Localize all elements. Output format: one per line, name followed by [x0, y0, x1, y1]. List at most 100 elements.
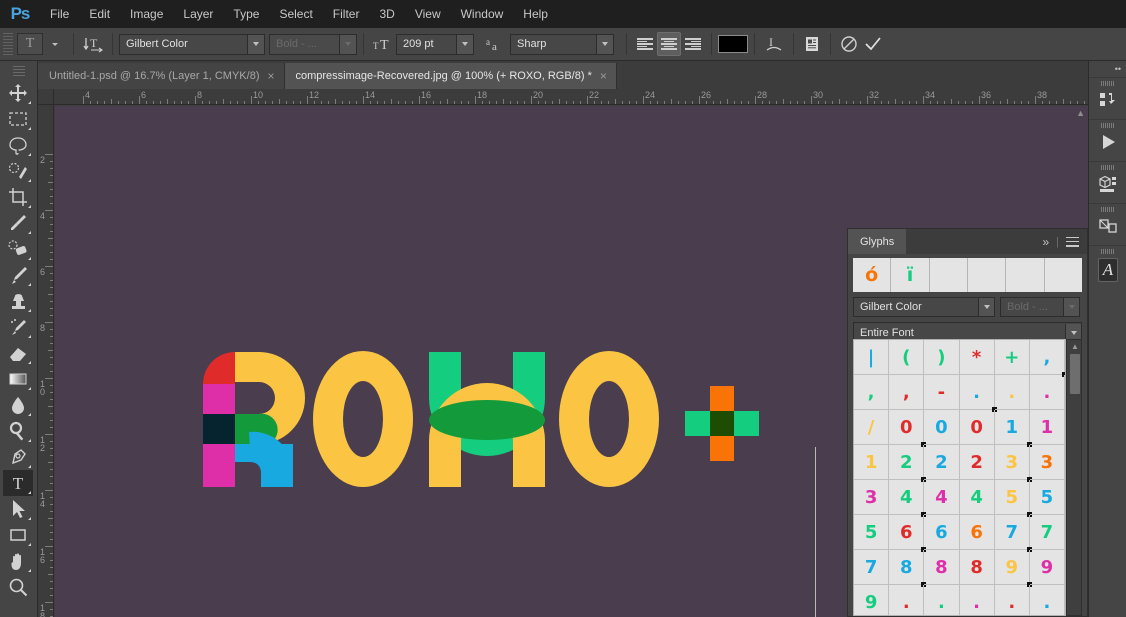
tool-group-corner-icon[interactable] — [28, 517, 31, 520]
expand-panel-icon[interactable]: » — [1042, 235, 1049, 249]
glyph-cell[interactable]: 8 — [959, 550, 995, 585]
font-style-select[interactable]: Bold - ... — [269, 33, 357, 55]
brush-tool[interactable] — [3, 262, 33, 288]
scroll-up-icon[interactable]: ▲ — [1067, 342, 1083, 351]
history-brush-tool[interactable] — [3, 314, 33, 340]
cancel-edits-icon[interactable] — [837, 32, 861, 56]
tool-group-corner-icon[interactable] — [28, 413, 31, 416]
glyph-cell[interactable]: . — [959, 375, 997, 412]
glyph-cell[interactable]: 2 — [959, 445, 995, 480]
horizontal-ruler[interactable]: 4 6 8 10 12 14 16 18 20 22 24 26 28 30 32 34 36 38 — [38, 89, 1088, 105]
glyphs-scrollbar[interactable]: ▲ — [1066, 339, 1082, 616]
glyph-cell[interactable]: 0 — [889, 410, 927, 447]
rectangular-marquee-tool[interactable] — [3, 106, 33, 132]
menu-item-edit[interactable]: Edit — [79, 0, 120, 28]
clone-stamp-tool[interactable] — [3, 288, 33, 314]
anti-aliasing-select[interactable]: Sharp — [510, 33, 614, 55]
panel-grip[interactable] — [1101, 165, 1115, 170]
chevron-down-icon[interactable] — [978, 298, 994, 316]
quick-selection-tool[interactable] — [3, 158, 33, 184]
glyph-cell[interactable]: 9 — [994, 550, 1032, 587]
glyph-cell[interactable]: 3 — [994, 445, 1032, 482]
text-orientation-icon[interactable]: T — [80, 32, 106, 56]
lasso-tool[interactable] — [3, 132, 33, 158]
tool-group-corner-icon[interactable] — [28, 127, 31, 130]
glyph-cell[interactable]: , — [854, 375, 890, 410]
glyph-cell[interactable]: . — [924, 585, 960, 615]
recent-glyph-empty[interactable] — [1044, 258, 1082, 292]
glyph-cell[interactable]: 2 — [889, 445, 927, 482]
chevron-down-icon[interactable] — [596, 34, 613, 54]
glyph-cell[interactable]: 9 — [1029, 550, 1065, 585]
glyph-cell[interactable]: . — [1030, 585, 1065, 615]
glyph-cell[interactable]: 6 — [889, 515, 927, 552]
glyph-cell[interactable]: 3 — [1029, 445, 1065, 480]
character-paragraph-panels-icon[interactable] — [800, 32, 824, 56]
tab-glyphs[interactable]: Glyphs — [848, 229, 907, 254]
glyph-cell[interactable]: 4 — [924, 480, 960, 515]
glyph-cell[interactable]: 4 — [889, 480, 927, 517]
tool-group-corner-icon[interactable] — [28, 491, 31, 494]
tool-group-corner-icon[interactable] — [28, 231, 31, 234]
panel-grip[interactable] — [1101, 81, 1115, 86]
glyph-cell[interactable]: 9 — [854, 585, 890, 615]
glyph-cell[interactable]: 0 — [924, 410, 960, 445]
glyph-cell[interactable]: 8 — [924, 550, 960, 585]
glyph-cell[interactable]: 5 — [994, 480, 1032, 517]
tool-group-corner-icon[interactable] — [28, 101, 31, 104]
glyphs-font-family-select[interactable]: Gilbert Color — [853, 297, 995, 317]
tool-preset-picker[interactable]: T — [17, 33, 43, 55]
glyph-cell[interactable]: ) — [924, 340, 960, 375]
dodge-tool[interactable] — [3, 418, 33, 444]
menu-item-view[interactable]: View — [405, 0, 451, 28]
glyphs-grid[interactable]: |() * +,,, -.../0 0 0 1 1 1 2 2 2 3 3 3 4 4 4 5 5 5 6 6 6 7 7 7 8 8 8… — [853, 339, 1066, 616]
tool-group-corner-icon[interactable] — [28, 309, 31, 312]
glyph-cell[interactable]: 5 — [1029, 480, 1065, 515]
menu-item-type[interactable]: Type — [223, 0, 269, 28]
properties-panel-icon[interactable] — [1089, 203, 1126, 245]
glyph-cell[interactable]: 1 — [854, 445, 890, 480]
glyph-cell[interactable]: 5 — [854, 515, 890, 550]
glyph-cell[interactable]: 1 — [1029, 410, 1065, 445]
tool-group-corner-icon[interactable] — [28, 465, 31, 468]
glyph-cell[interactable]: 7 — [1029, 515, 1065, 550]
rectangle-tool[interactable] — [3, 522, 33, 548]
recent-glyph-empty[interactable] — [967, 258, 1007, 292]
tool-group-corner-icon[interactable] — [28, 543, 31, 546]
glyph-cell[interactable]: . — [960, 585, 995, 615]
glyph-cell[interactable]: 2 — [924, 445, 960, 480]
zoom-tool[interactable] — [3, 574, 33, 600]
glyph-cell[interactable]: | — [854, 340, 890, 375]
tool-preset-caret[interactable] — [43, 32, 67, 56]
tool-group-corner-icon[interactable] — [28, 569, 31, 572]
glyph-cell[interactable]: * — [959, 340, 995, 375]
horizontal-type-tool[interactable]: T — [3, 470, 33, 496]
glyph-cell[interactable]: , — [889, 375, 925, 410]
glyph-cell[interactable]: ( — [889, 340, 925, 375]
tool-group-corner-icon[interactable] — [28, 335, 31, 338]
panel-grip[interactable] — [1101, 207, 1115, 212]
chevron-down-icon[interactable] — [339, 34, 356, 54]
gradient-tool[interactable] — [3, 366, 33, 392]
tools-panel-grip[interactable] — [12, 66, 25, 76]
glyphs-scroll-thumb[interactable] — [1070, 354, 1080, 394]
glyph-cell[interactable]: 6 — [924, 515, 960, 550]
glyph-cell[interactable]: 1 — [994, 410, 1032, 447]
3d-panel-icon[interactable] — [1089, 161, 1126, 203]
close-icon[interactable]: × — [267, 70, 274, 82]
tool-group-corner-icon[interactable] — [28, 387, 31, 390]
tool-group-corner-icon[interactable] — [28, 153, 31, 156]
menu-item-filter[interactable]: Filter — [323, 0, 370, 28]
play-action-icon[interactable] — [1089, 119, 1126, 161]
glyphs-panel-icon[interactable]: A — [1089, 245, 1126, 287]
font-family-select[interactable]: Gilbert Color — [119, 33, 265, 55]
tool-group-corner-icon[interactable] — [28, 205, 31, 208]
menu-item-image[interactable]: Image — [120, 0, 173, 28]
recent-glyph-empty[interactable] — [1006, 258, 1045, 292]
glyph-cell[interactable]: . — [995, 585, 1030, 615]
panel-grip[interactable] — [1101, 123, 1115, 128]
glyph-cell[interactable]: + — [994, 340, 1030, 375]
font-size-input[interactable]: 209 pt — [396, 33, 474, 55]
collapse-to-icons-icon[interactable]: •• — [1089, 61, 1126, 77]
tool-group-corner-icon[interactable] — [28, 283, 31, 286]
